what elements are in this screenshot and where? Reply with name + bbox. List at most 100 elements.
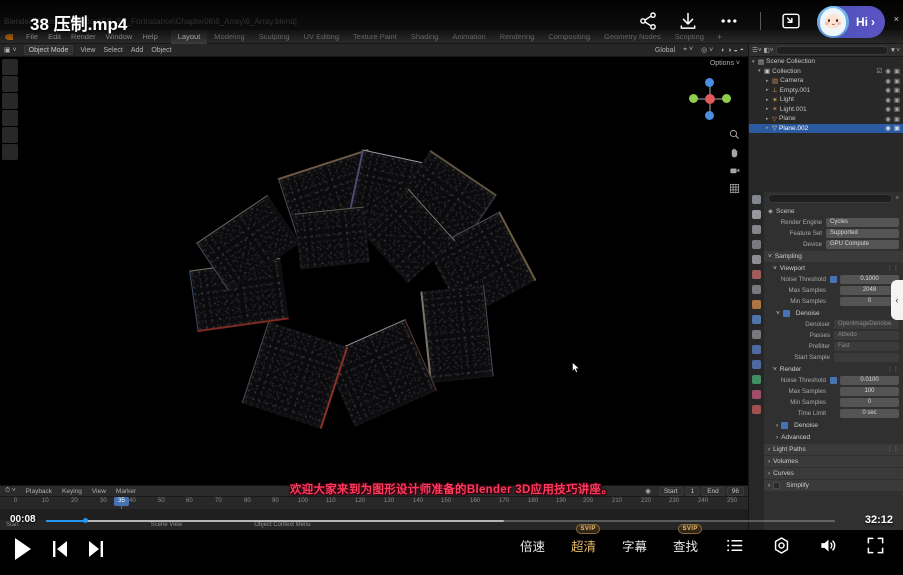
render-noise-threshold-checkbox[interactable] [830, 377, 837, 384]
zoom-icon[interactable] [729, 129, 740, 140]
property-row-time-limit[interactable]: Time Limit 0 sec [764, 408, 903, 419]
chevron-down-icon[interactable]: ˅ [773, 366, 777, 373]
section-curves[interactable]: › Curves [764, 468, 903, 479]
eye-icon[interactable]: ◉ [885, 67, 891, 75]
snapping-icon[interactable]: ⌖ ˅ [679, 46, 697, 54]
property-row-prefilter[interactable]: Prefilter Fast [764, 341, 903, 352]
proportional-editing-icon[interactable]: ◎ ˅ [697, 46, 717, 54]
property-value[interactable]: Supported [826, 229, 899, 238]
tool-select-box-icon[interactable] [2, 76, 18, 92]
tab-object-data-icon[interactable] [752, 375, 761, 384]
eye-icon[interactable]: ◉ [885, 124, 891, 132]
tool-scale-icon[interactable] [2, 144, 18, 160]
tab-modifier-icon[interactable] [752, 315, 761, 324]
outliner-row-light-001[interactable]: ▸ ☀ Light.001 ◉ ▣ [749, 105, 903, 115]
render-denoise-checkbox[interactable] [781, 422, 788, 429]
checkbox-icon[interactable]: ☑ [876, 67, 882, 75]
property-value[interactable]: Albedo [834, 331, 899, 340]
chevron-right-icon[interactable]: › [776, 422, 778, 429]
section-sampling[interactable]: ˅ Sampling [764, 251, 903, 262]
subtitle-button[interactable]: 字幕 [609, 536, 660, 555]
outliner-row-toggles[interactable]: ◉ ▣ [885, 105, 903, 113]
property-value[interactable]: Cycles [826, 218, 899, 227]
tab-scene-icon[interactable] [752, 255, 761, 264]
play-button[interactable] [12, 536, 34, 562]
chevron-right-icon[interactable]: › [768, 458, 770, 465]
fullscreen-button[interactable] [852, 536, 891, 555]
viewport-options-label[interactable]: Options ˅ [710, 60, 740, 67]
player-control-bar[interactable]: 00:08 32:12 倍速 SVIP 超清 [0, 530, 903, 575]
property-value[interactable] [834, 353, 899, 362]
property-value[interactable]: 100 [840, 387, 899, 396]
section-volumes[interactable]: › Volumes [764, 456, 903, 467]
next-button[interactable] [86, 538, 106, 560]
tab-object-icon[interactable] [752, 300, 761, 309]
tab-view-layer-icon[interactable] [752, 240, 761, 249]
outliner-header[interactable]: ☰˅ ◧˅ ▼˅ [749, 44, 903, 57]
outliner-search-input[interactable] [776, 46, 888, 55]
outliner-row-toggles[interactable]: ◉ ▣ [885, 86, 903, 94]
chevron-down-icon[interactable]: ˅ [768, 253, 772, 260]
tab-collection-icon[interactable] [752, 285, 761, 294]
outliner-row-toggles[interactable]: ◉ ▣ [885, 96, 903, 104]
navigation-gizmo[interactable] [688, 77, 732, 121]
gizmo-axis-y-pos[interactable] [722, 94, 731, 103]
eye-icon[interactable]: ◉ [885, 115, 891, 123]
tab-particles-icon[interactable] [752, 330, 761, 339]
toggle-grid-icon[interactable] [729, 183, 740, 194]
property-value[interactable]: 0.1000 [840, 275, 899, 284]
editor-type-icon[interactable]: ▣ ˅ [0, 46, 21, 54]
3d-viewport[interactable]: Options ˅ [0, 57, 748, 485]
tool-tweak-icon[interactable] [2, 59, 18, 75]
property-value[interactable]: 0.0100 [840, 376, 899, 385]
outliner-row-scene-collection[interactable]: ▾ ▤ Scene Collection [749, 57, 903, 67]
outliner-row-plane[interactable]: ▸ ▽ Plane ◉ ▣ [749, 114, 903, 124]
property-value[interactable]: 0 [840, 398, 899, 407]
shading-mode-icons[interactable]: ◐ ◑ ◒ ◓ [717, 47, 748, 54]
properties-editor[interactable]: ˅ ◈ Scene Render Engine Cycles Feature S… [748, 192, 903, 530]
viewport-menu-view[interactable]: View [76, 47, 99, 54]
property-row-render-min-samples[interactable]: Min Samples 0 [764, 397, 903, 408]
tab-material-icon[interactable] [752, 390, 761, 399]
user-greeting-pill[interactable]: Hi › [817, 6, 885, 38]
tool-cursor-icon[interactable] [2, 93, 18, 109]
sidebar-collapse-handle[interactable]: ‹ [891, 280, 903, 320]
preset-menu-icon[interactable]: ⋮⋮ [887, 446, 899, 453]
preset-menu-icon[interactable]: ⋮⋮ [887, 366, 899, 373]
download-icon[interactable] [678, 11, 698, 31]
property-row-denoiser[interactable]: Denoiser OpenImageDenoise [764, 319, 903, 330]
eye-icon[interactable]: ◉ [885, 77, 891, 85]
section-viewport[interactable]: ˅ Viewport ⋮⋮ [764, 263, 903, 274]
property-row-device[interactable]: Device GPU Compute [764, 239, 903, 250]
property-row-render-noise-threshold[interactable]: Noise Threshold 0.0100 [764, 375, 903, 386]
properties-search-input[interactable] [768, 194, 892, 203]
tab-physics-icon[interactable] [752, 345, 761, 354]
tab-output-icon[interactable] [752, 225, 761, 234]
outliner-editor-type-icon[interactable]: ☰˅ [752, 46, 762, 54]
camera-icon[interactable]: ▣ [894, 115, 900, 123]
property-value[interactable]: 0 sec [840, 409, 899, 418]
camera-view-icon[interactable] [729, 165, 740, 176]
properties-body[interactable]: ˅ ◈ Scene Render Engine Cycles Feature S… [764, 192, 903, 530]
viewport-header[interactable]: ▣ ˅ Object Mode View Select Add Object G… [0, 44, 748, 57]
hand-pan-icon[interactable] [729, 147, 740, 158]
gizmo-axis-z-pos[interactable] [705, 78, 714, 87]
denoise-checkbox[interactable] [783, 310, 790, 317]
chevron-right-icon[interactable]: › [768, 470, 770, 477]
playlist-button[interactable] [711, 536, 758, 555]
viewport-menu-add[interactable]: Add [127, 47, 147, 54]
tool-move-icon[interactable] [2, 110, 18, 126]
timeline-ruler[interactable]: 0 10 20 30 40 50 60 70 80 90 100 110 120… [0, 497, 748, 509]
eye-icon[interactable]: ◉ [885, 86, 891, 94]
property-row-feature-set[interactable]: Feature Set Supported [764, 228, 903, 239]
outliner-editor[interactable]: ☰˅ ◧˅ ▼˅ ▾ ▤ Scene Collection ▾ ▣ Collec… [748, 44, 903, 192]
picture-in-picture-icon[interactable] [781, 11, 801, 31]
tool-rotate-icon[interactable] [2, 127, 18, 143]
camera-icon[interactable]: ▣ [894, 105, 900, 113]
property-value[interactable]: Fast [834, 342, 899, 351]
chevron-down-icon[interactable]: ˅ [892, 196, 899, 202]
property-row-viewport-noise-threshold[interactable]: Noise Threshold 0.1000 [764, 274, 903, 285]
outliner-display-mode-icon[interactable]: ◧˅ [764, 46, 774, 54]
seek-bar[interactable] [46, 520, 835, 522]
property-row-render-engine[interactable]: Render Engine Cycles [764, 217, 903, 228]
